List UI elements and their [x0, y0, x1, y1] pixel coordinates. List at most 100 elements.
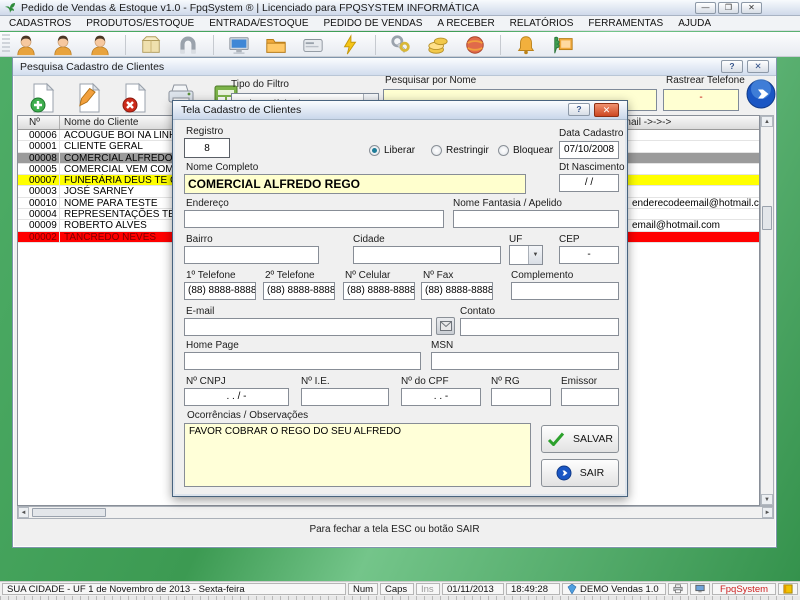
- app-icon: [4, 2, 16, 14]
- scroll-right-icon[interactable]: ►: [762, 507, 773, 518]
- add-record-button[interactable]: [23, 79, 63, 116]
- folder-icon[interactable]: [264, 34, 288, 57]
- status-date: 01/11/2013: [442, 583, 504, 595]
- card-icon[interactable]: [301, 34, 325, 57]
- filter-type-label: Tipo do Filtro: [231, 79, 289, 90]
- minimize-button[interactable]: —: [695, 2, 716, 14]
- keys-icon[interactable]: [389, 34, 413, 57]
- celular-label: Nº Celular: [345, 270, 390, 281]
- person-2-icon[interactable]: [51, 34, 75, 57]
- monitor-icon[interactable]: [227, 34, 251, 57]
- search-window-title-bar[interactable]: Pesquisa Cadastro de Clientes ? ✕: [13, 58, 776, 76]
- help-button[interactable]: ?: [721, 60, 743, 73]
- endereco-field[interactable]: [184, 210, 444, 228]
- fax-label: Nº Fax: [423, 270, 453, 281]
- radio-liberar[interactable]: Liberar: [369, 145, 415, 156]
- save-button[interactable]: SALVAR: [541, 425, 619, 453]
- cell-number: 00003: [29, 186, 57, 197]
- cell-name: ACOUGUE BOI NA LINHA: [64, 130, 183, 141]
- scroll-down-icon[interactable]: ▼: [761, 494, 773, 505]
- dt-nascimento-field[interactable]: / /: [559, 174, 619, 192]
- data-cadastro-field[interactable]: 07/10/2008: [559, 141, 619, 159]
- complemento-field[interactable]: [511, 282, 619, 300]
- cnpj-field[interactable]: . . / -: [184, 388, 289, 406]
- cnpj-label: Nº CNPJ: [186, 376, 226, 387]
- msn-field[interactable]: [431, 352, 619, 370]
- cell-email: enderecodeemail@hotmail.com: [632, 198, 760, 209]
- close-window-button[interactable]: ✕: [747, 60, 769, 73]
- person-3-icon[interactable]: [88, 34, 112, 57]
- radio-bloquear-dot[interactable]: [498, 145, 509, 156]
- search-go-button[interactable]: [745, 78, 777, 110]
- dialog-close-button[interactable]: ✕: [594, 103, 619, 117]
- dialog-title: Tela Cadastro de Clientes: [181, 104, 301, 116]
- ie-field[interactable]: [301, 388, 389, 406]
- menu-cadastros[interactable]: CADASTROS: [9, 18, 71, 29]
- cell-name: ROBERTO ALVES: [64, 220, 147, 231]
- menu-relat-rios[interactable]: RELATÓRIOS: [510, 18, 574, 29]
- status-printer[interactable]: [668, 583, 688, 595]
- fax-field[interactable]: (88) 8888-8888: [421, 282, 493, 300]
- dialog-help-button[interactable]: ?: [568, 103, 590, 116]
- contato-field[interactable]: [460, 318, 619, 336]
- menu-a-receber[interactable]: A RECEBER: [437, 18, 494, 29]
- vertical-scrollbar[interactable]: ▲ ▼: [760, 115, 774, 506]
- close-button[interactable]: ✕: [741, 2, 762, 14]
- uf-chevron-down-icon[interactable]: ▼: [528, 246, 542, 264]
- nome-completo-field[interactable]: COMERCIAL ALFREDO REGO: [184, 174, 526, 194]
- menu-ajuda[interactable]: AJUDA: [678, 18, 711, 29]
- send-email-button[interactable]: [436, 317, 455, 335]
- bairro-field[interactable]: [184, 246, 319, 264]
- horizontal-scrollbar[interactable]: ◄ ►: [17, 506, 774, 519]
- trace-phone-input[interactable]: -: [663, 89, 739, 111]
- magnet-icon[interactable]: [176, 34, 200, 57]
- menu-ferramentas[interactable]: FERRAMENTAS: [588, 18, 663, 29]
- coins-icon[interactable]: [426, 34, 450, 57]
- menu-pedido-de-vendas[interactable]: PEDIDO DE VENDAS: [324, 18, 423, 29]
- scroll-left-icon[interactable]: ◄: [18, 507, 29, 518]
- obs-textarea[interactable]: FAVOR COBRAR O REGO DO SEU ALFREDO: [184, 423, 531, 487]
- delete-record-button[interactable]: [115, 79, 155, 116]
- rg-field[interactable]: [491, 388, 551, 406]
- scroll-up-icon[interactable]: ▲: [761, 116, 773, 127]
- celular-field[interactable]: (88) 8888-8888: [343, 282, 415, 300]
- registro-field[interactable]: 8: [184, 138, 230, 158]
- search-by-name-label: Pesquisar por Nome: [385, 75, 476, 86]
- exit-button[interactable]: SAIR: [541, 459, 619, 487]
- cep-field[interactable]: -: [559, 246, 619, 264]
- toolbar-separator: [375, 35, 376, 55]
- vertical-scroll-thumb[interactable]: [762, 206, 772, 230]
- person-1-icon[interactable]: [14, 34, 38, 57]
- flag-icon[interactable]: [551, 34, 575, 57]
- tel1-field[interactable]: (88) 8888-8888: [184, 282, 256, 300]
- radio-bloquear[interactable]: Bloquear: [498, 145, 553, 156]
- monitor-icon: [695, 584, 705, 594]
- radio-restringir-dot[interactable]: [431, 145, 442, 156]
- globe-icon[interactable]: [463, 34, 487, 57]
- horizontal-scroll-thumb[interactable]: [32, 508, 106, 517]
- status-notebook[interactable]: [778, 583, 798, 595]
- cell-name: JOSÉ SARNEY: [64, 186, 134, 197]
- clip-icon[interactable]: [338, 34, 362, 57]
- edit-record-button[interactable]: [69, 79, 109, 116]
- uf-select[interactable]: ▼: [509, 245, 543, 265]
- package-icon[interactable]: [139, 34, 163, 57]
- status-monitor[interactable]: [690, 583, 710, 595]
- radio-restringir[interactable]: Restringir: [431, 145, 489, 156]
- menu-entrada-estoque[interactable]: ENTRADA/ESTOQUE: [209, 18, 308, 29]
- client-register-dialog: Tela Cadastro de Clientes ? ✕ Registro 8…: [172, 100, 628, 497]
- restore-button[interactable]: ❐: [718, 2, 739, 14]
- bell-icon[interactable]: [514, 34, 538, 57]
- cidade-field[interactable]: [353, 246, 501, 264]
- dialog-title-bar[interactable]: Tela Cadastro de Clientes ? ✕: [173, 101, 627, 120]
- email-field[interactable]: [184, 318, 432, 336]
- cell-name: TANCREDO NEVES: [64, 232, 156, 243]
- homepage-field[interactable]: [184, 352, 421, 370]
- menu-produtos-estoque[interactable]: PRODUTOS/ESTOQUE: [86, 18, 194, 29]
- tel2-field[interactable]: (88) 8888-8888: [263, 282, 335, 300]
- radio-liberar-dot[interactable]: [369, 145, 380, 156]
- cpf-field[interactable]: . . -: [401, 388, 481, 406]
- col-number: Nº: [29, 117, 40, 128]
- emissor-field[interactable]: [561, 388, 619, 406]
- nome-fantasia-field[interactable]: [453, 210, 619, 228]
